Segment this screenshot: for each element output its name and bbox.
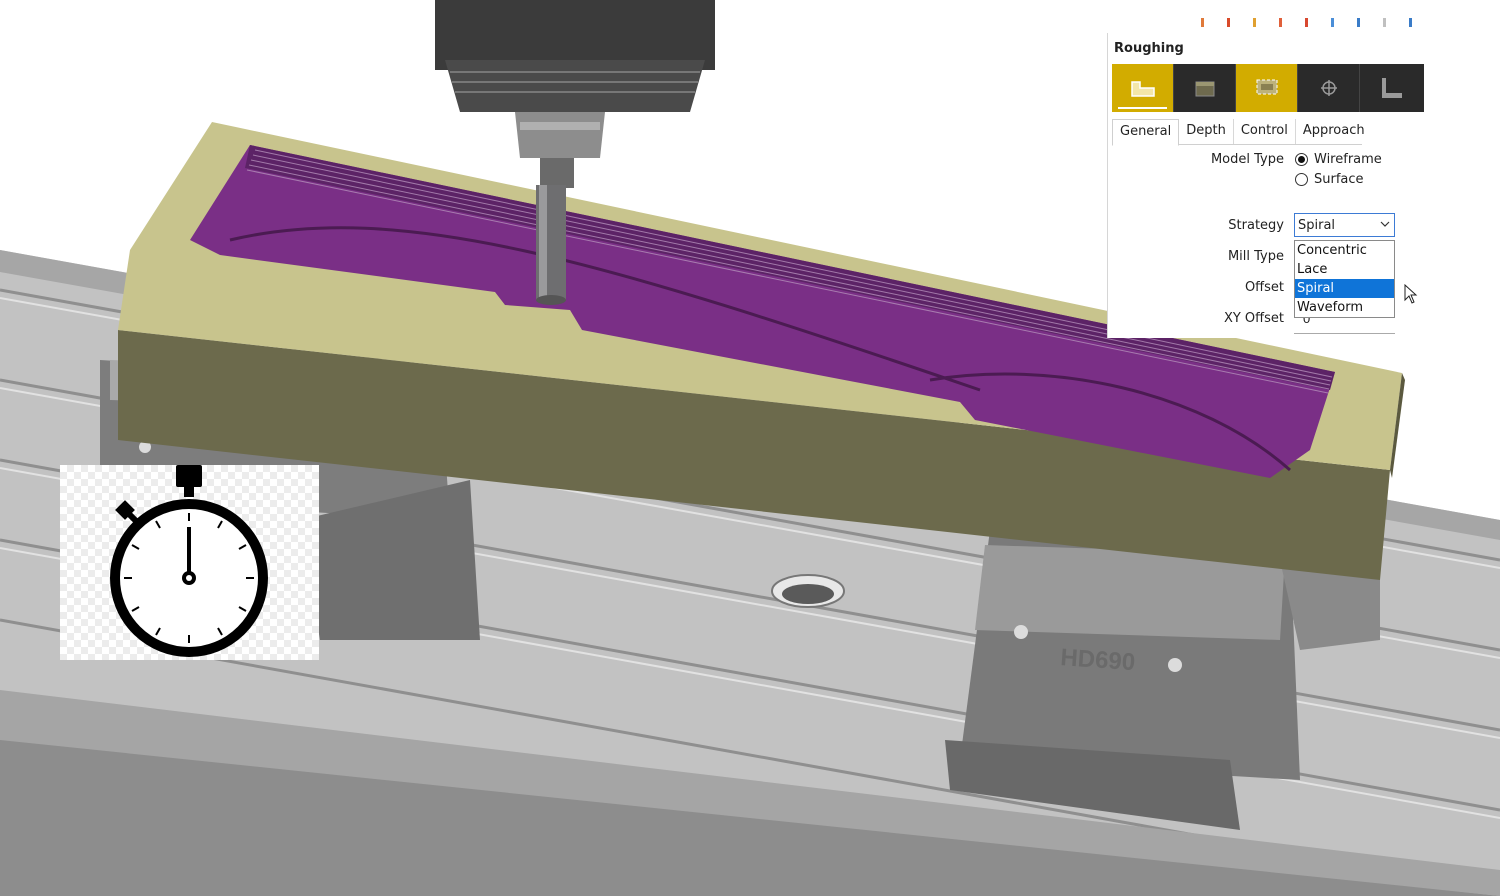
roughing-panel: Roughing General Depth Control Approach … xyxy=(1107,33,1424,338)
tab-control[interactable]: Control xyxy=(1234,119,1296,144)
model-type-label: Model Type xyxy=(1210,152,1284,167)
panel-top-strip xyxy=(1197,14,1423,33)
toolbar-button-stock[interactable] xyxy=(1174,64,1236,112)
mouse-cursor-icon xyxy=(1404,284,1418,304)
option-waveform[interactable]: Waveform xyxy=(1295,298,1394,317)
option-concentric[interactable]: Concentric xyxy=(1295,241,1394,260)
stopwatch-overlay xyxy=(60,465,319,660)
stopwatch-icon xyxy=(110,465,268,657)
toolbar-button-origin[interactable] xyxy=(1298,64,1360,112)
strategy-select[interactable]: Spiral xyxy=(1294,213,1395,237)
radio-wireframe-label: Wireframe xyxy=(1314,152,1382,167)
tab-depth[interactable]: Depth xyxy=(1179,119,1234,144)
tab-approach[interactable]: Approach xyxy=(1296,119,1372,144)
strategy-label: Strategy xyxy=(1228,218,1284,233)
stock-box-icon xyxy=(1195,81,1215,97)
xy-offset-field-border xyxy=(1294,333,1395,334)
toolbar-button-corner[interactable] xyxy=(1360,64,1422,112)
option-lace[interactable]: Lace xyxy=(1295,260,1394,279)
radio-surface[interactable] xyxy=(1295,173,1308,186)
option-spiral[interactable]: Spiral xyxy=(1295,279,1394,298)
crosshair-origin-icon xyxy=(1321,80,1337,96)
boundary-region-icon xyxy=(1256,79,1278,95)
toolbar-button-pocket[interactable] xyxy=(1112,64,1174,112)
toolbar-button-boundary[interactable] xyxy=(1236,64,1298,112)
vise-label: HD690 xyxy=(1060,644,1136,676)
tab-general[interactable]: General xyxy=(1112,119,1180,146)
offset-label: Offset xyxy=(1244,280,1284,295)
panel-title: Roughing xyxy=(1114,41,1184,56)
chevron-down-icon xyxy=(1380,221,1390,227)
operation-toolbar xyxy=(1112,64,1424,112)
radio-surface-label: Surface xyxy=(1314,172,1364,187)
radio-wireframe[interactable] xyxy=(1295,153,1308,166)
xy-offset-label: XY Offset xyxy=(1223,311,1284,326)
panel-tabs: General Depth Control Approach xyxy=(1112,119,1365,146)
pocket-profile-icon xyxy=(1131,81,1155,97)
strategy-dropdown-list: Concentric Lace Spiral Waveform xyxy=(1294,240,1395,318)
corner-profile-icon xyxy=(1382,78,1402,98)
strategy-select-value: Spiral xyxy=(1298,218,1336,233)
mill-type-label: Mill Type xyxy=(1227,249,1284,264)
